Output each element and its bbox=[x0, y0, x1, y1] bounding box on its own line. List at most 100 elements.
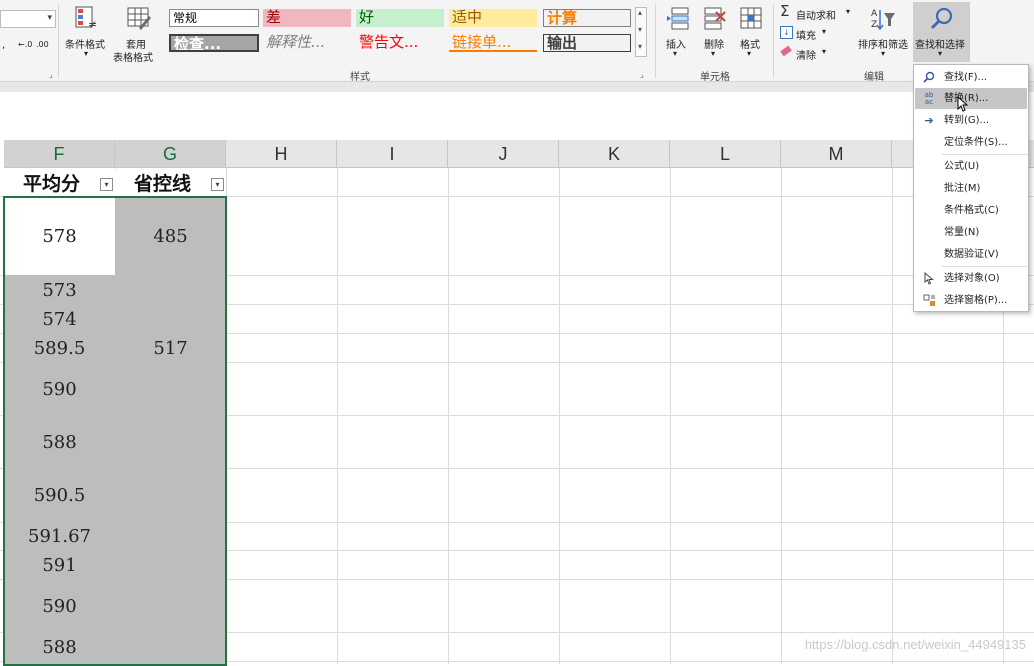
menu-item-label: 定位条件(S)... bbox=[944, 137, 1008, 148]
chevron-down-icon: ▾ bbox=[84, 49, 89, 58]
style-bad[interactable]: 差 bbox=[263, 9, 351, 27]
conditional-format-button[interactable]: ≠ 条件格式 ▾ bbox=[62, 4, 112, 64]
header-cell-label: 平均分 bbox=[22, 173, 80, 195]
group-divider bbox=[773, 4, 774, 78]
chevron-down-icon: ▾ bbox=[711, 49, 716, 58]
clear-label: 清除 bbox=[796, 51, 816, 62]
fill-label: 填充 bbox=[796, 31, 816, 42]
column-header-g[interactable]: G bbox=[115, 140, 226, 168]
svg-text:Z: Z bbox=[871, 20, 877, 30]
menu-separator bbox=[942, 266, 1028, 267]
format-cells-icon bbox=[740, 7, 762, 29]
formula-bar[interactable] bbox=[0, 92, 1034, 133]
menu-item-label: 数据验证(V) bbox=[944, 249, 999, 260]
number-format-dropdown[interactable]: ▾ bbox=[0, 10, 56, 28]
magnifier-icon bbox=[930, 7, 953, 30]
cell-styles-gallery: 常规 差 好 适中 计算 检查... 解释性... 警告文... 链接单... … bbox=[167, 7, 649, 59]
gallery-scroll[interactable]: ▴ ▾ ▾ bbox=[635, 7, 647, 57]
increase-decimal-button[interactable]: ←.0 bbox=[18, 40, 32, 49]
worksheet-grid[interactable]: F G H I J K L M 平均分 ▾ 省控线 ▾ 578 485 573 … bbox=[0, 132, 1034, 666]
menu-item-label: 条件格式(C) bbox=[944, 205, 999, 216]
selection-border bbox=[3, 196, 227, 666]
menu-item-formulas[interactable]: 公式(U) bbox=[915, 156, 1027, 177]
delete-cells-icon bbox=[704, 7, 726, 30]
chevron-down-icon: ▾ bbox=[881, 49, 886, 58]
scroll-up-icon[interactable]: ▴ bbox=[638, 8, 642, 17]
chevron-down-icon: ▾ bbox=[846, 7, 851, 16]
group-label-styles: 样式 bbox=[350, 72, 370, 83]
column-header-j[interactable]: J bbox=[448, 140, 559, 168]
table-format-icon bbox=[127, 7, 151, 30]
menu-separator bbox=[942, 154, 1028, 155]
watermark: https://blog.csdn.net/weixin_44949135 bbox=[804, 637, 1026, 652]
menu-item-selection-pane[interactable]: 选择窗格(P)... bbox=[915, 290, 1027, 311]
column-header-h[interactable]: H bbox=[226, 140, 337, 168]
menu-item-goto[interactable]: ➔ 转到(G)... bbox=[915, 110, 1027, 131]
grid-vline bbox=[892, 168, 893, 664]
scroll-down-icon[interactable]: ▾ bbox=[638, 25, 642, 34]
column-header-k[interactable]: K bbox=[559, 140, 670, 168]
group-label-cells: 单元格 bbox=[700, 72, 730, 83]
gallery-more-icon[interactable]: ▾ bbox=[638, 42, 642, 51]
grid-vline bbox=[670, 168, 671, 664]
find-select-button[interactable]: 查找和选择 ▾ bbox=[913, 2, 970, 62]
dialog-launcher-icon[interactable]: ⌟ bbox=[640, 70, 644, 79]
style-normal[interactable]: 常规 bbox=[169, 9, 259, 27]
clear-button[interactable]: 清除 ▾ bbox=[778, 44, 838, 62]
menu-item-select-objects[interactable]: 选择对象(O) bbox=[915, 268, 1027, 289]
header-cell-average[interactable]: 平均分 ▾ bbox=[4, 169, 115, 196]
decimal-button[interactable]: .00 bbox=[36, 40, 49, 49]
style-check-cell[interactable]: 检查... bbox=[169, 34, 259, 52]
find-select-menu: 查找(F)... ab ac 替换(R)... ➔ 转到(G)... 定位条件(S… bbox=[913, 64, 1029, 312]
autosum-button[interactable]: Σ 自动求和 ▾ bbox=[778, 2, 854, 22]
grid-vline bbox=[448, 168, 449, 664]
style-calculation[interactable]: 计算 bbox=[543, 9, 631, 27]
chevron-down-icon: ▾ bbox=[822, 47, 827, 56]
style-neutral[interactable]: 适中 bbox=[449, 9, 537, 27]
insert-button[interactable]: 插入 ▾ bbox=[660, 4, 694, 64]
chevron-down-icon: ▾ bbox=[47, 13, 52, 23]
column-header-l[interactable]: L bbox=[670, 140, 781, 168]
pointer-icon bbox=[922, 271, 936, 285]
menu-item-constants[interactable]: 常量(N) bbox=[915, 222, 1027, 243]
style-explanatory[interactable]: 解释性... bbox=[263, 34, 351, 52]
column-header-m[interactable]: M bbox=[781, 140, 892, 168]
eraser-icon bbox=[780, 45, 792, 57]
style-warning[interactable]: 警告文... bbox=[356, 34, 444, 52]
grid-vline bbox=[781, 168, 782, 664]
group-divider bbox=[58, 4, 59, 78]
ribbon: ▾ , ←.0 .00 ⌟ ≠ 条件格式 ▾ 套用 表格格式 常规 差 好 适中… bbox=[0, 0, 1034, 83]
sort-filter-button[interactable]: A Z 排序和筛选 ▾ bbox=[856, 4, 912, 64]
grid-vline bbox=[337, 168, 338, 664]
style-linked-cell[interactable]: 链接单... bbox=[449, 34, 537, 52]
style-output[interactable]: 输出 bbox=[543, 34, 631, 52]
decrease-decimal-button[interactable]: , bbox=[2, 40, 5, 51]
menu-item-comments[interactable]: 批注(M) bbox=[915, 178, 1027, 199]
style-good[interactable]: 好 bbox=[356, 9, 444, 27]
menu-item-label: 常量(N) bbox=[944, 227, 980, 238]
table-format-button[interactable]: 套用 表格格式 bbox=[112, 4, 164, 64]
menu-item-find[interactable]: 查找(F)... bbox=[915, 67, 1027, 88]
header-cell-control-line[interactable]: 省控线 ▾ bbox=[115, 169, 226, 196]
group-label-editing: 编辑 bbox=[864, 72, 884, 83]
filter-dropdown-icon[interactable]: ▾ bbox=[100, 178, 113, 191]
chevron-down-icon: ▾ bbox=[938, 49, 943, 58]
table-format-label-2: 表格格式 bbox=[113, 53, 153, 64]
sort-filter-icon: A Z bbox=[871, 9, 895, 31]
dialog-launcher-icon[interactable]: ⌟ bbox=[49, 70, 53, 79]
conditional-format-icon: ≠ bbox=[75, 6, 97, 31]
fill-down-icon: ↓ bbox=[780, 26, 793, 39]
filter-dropdown-icon[interactable]: ▾ bbox=[211, 178, 224, 191]
column-header-f[interactable]: F bbox=[4, 140, 115, 168]
menu-item-replace[interactable]: ab ac 替换(R)... bbox=[915, 88, 1027, 112]
delete-button[interactable]: 删除 ▾ bbox=[698, 4, 732, 64]
menu-item-conditional-formatting[interactable]: 条件格式(C) bbox=[915, 200, 1027, 221]
selection-pane-icon bbox=[922, 294, 936, 307]
column-header-i[interactable]: I bbox=[337, 140, 448, 168]
chevron-down-icon: ▾ bbox=[747, 49, 752, 58]
menu-item-goto-special[interactable]: 定位条件(S)... bbox=[915, 132, 1027, 153]
format-button[interactable]: 格式 ▾ bbox=[734, 4, 768, 64]
fill-button[interactable]: ↓ 填充 ▾ bbox=[778, 24, 838, 42]
menu-item-data-validation[interactable]: 数据验证(V) bbox=[915, 244, 1027, 265]
svg-text:A: A bbox=[871, 9, 878, 19]
